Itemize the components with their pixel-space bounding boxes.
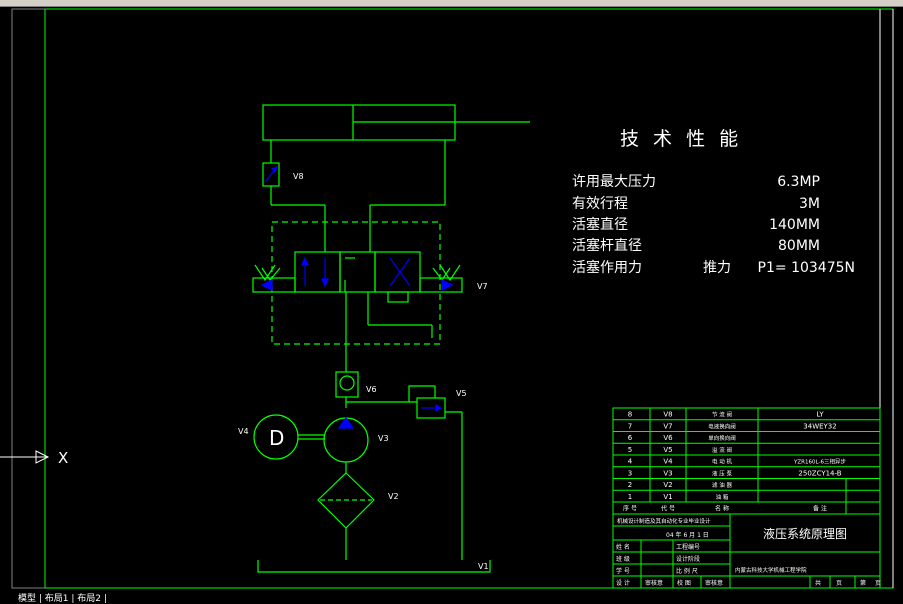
bom-cell-no: 8 <box>628 411 632 419</box>
title-block-role: 学 号 <box>616 567 630 575</box>
sheet-cell: 页 <box>875 580 881 587</box>
title-block-sign: 审核意 <box>705 579 723 587</box>
spec-value: 6.3MP <box>777 174 820 190</box>
bom-cell-spec: YZR160L-6三相异步 <box>793 458 846 466</box>
bom-cell-spec: LY <box>816 411 824 419</box>
spec-value: 80MM <box>778 238 820 254</box>
bom-cell-name: 溢 流 阀 <box>712 446 732 454</box>
school-name: 内蒙古科技大学机械工程学院 <box>735 566 807 574</box>
sheet-cell: 第 <box>860 579 866 587</box>
cad-drawing-canvas[interactable]: V8 V7 V6 V5 V4 V3 V2 V1 D 技 术 性 能 许用最大压力… <box>0 0 903 600</box>
tank-v1-symbol[interactable] <box>257 560 491 573</box>
spec-extra: 推力 <box>703 260 731 276</box>
bom-cell-no: 3 <box>628 469 632 477</box>
bom-cell-spec: 34WEY32 <box>803 422 836 430</box>
title-block-sign: 设 计 <box>616 579 630 587</box>
title-block <box>612 407 881 589</box>
title-block-sign: 校 图 <box>677 579 691 587</box>
title-block-role: 姓 名 <box>616 543 630 551</box>
title-block-field: 设计阶段 <box>676 555 700 563</box>
spec-label: 许用最大压力 <box>572 174 656 190</box>
spec-title: 技 术 性 能 <box>620 128 742 150</box>
title-block-field: 比 例 尺 <box>676 567 698 575</box>
sheet-cell: 页 <box>836 580 842 587</box>
filter-v2-symbol[interactable] <box>317 472 375 529</box>
ucs-axis-label: X <box>58 449 68 467</box>
title-block-field: 工程编号 <box>676 543 700 551</box>
label-v6: V6 <box>366 385 377 394</box>
bom-cell-code: V4 <box>663 458 673 466</box>
course-title: 机械设计制造及其自动化专业毕业设计 <box>617 517 711 525</box>
label-v4: V4 <box>238 427 249 436</box>
sheet-cell: 共 <box>815 579 821 587</box>
label-v7: V7 <box>477 282 488 291</box>
title-block-text: 8 V8 节 流 阀 LY 7 V7 电液换向阀 34WEY32 6 V6 单向换向阀 5 V5 溢 流 … <box>616 411 881 588</box>
label-v1: V1 <box>478 562 489 571</box>
bom-cell-name: 油 箱 <box>716 493 729 501</box>
title-block-role: 班 级 <box>616 555 630 563</box>
drawing-frame <box>11 8 894 589</box>
check-valve-v6-symbol[interactable] <box>335 371 359 398</box>
bom-cell-name: 滤 油 器 <box>712 481 732 489</box>
spec-value: 140MM <box>769 217 820 233</box>
spec-label: 活塞直径 <box>572 216 628 233</box>
hydraulic-pipes <box>270 140 463 560</box>
bom-cell-name: 电液换向阀 <box>708 422 736 430</box>
bom-cell-name: 电 动 机 <box>712 458 732 466</box>
bom-cell-no: 6 <box>628 434 633 442</box>
bom-cell-code: V8 <box>663 411 672 419</box>
bom-header-cell: 代 号 <box>661 505 675 513</box>
layout-tabs[interactable]: 模型 | 布局1 | 布局2 | <box>18 591 107 604</box>
ucs-icon: X <box>0 449 68 467</box>
bom-header-cell: 序 号 <box>623 505 637 513</box>
throttle-valve-v8-symbol[interactable] <box>262 162 280 187</box>
spec-value: 3M <box>799 196 820 212</box>
technical-specs: 技 术 性 能 许用最大压力 6.3MP 有效行程 3M 活塞直径 140MM … <box>572 128 855 276</box>
spec-label: 有效行程 <box>572 196 628 212</box>
bom-cell-name: 节 流 阀 <box>712 411 732 419</box>
drawing-date: 04 年 6 月 1 日 <box>666 531 709 539</box>
bom-cell-code: V2 <box>663 481 672 489</box>
directional-valve-v7-symbol[interactable] <box>252 221 463 345</box>
bom-cell-code: V3 <box>663 469 672 477</box>
bom-cell-no: 2 <box>628 481 632 489</box>
bom-cell-code: V1 <box>663 493 672 501</box>
bom-cell-no: 7 <box>628 422 632 430</box>
bom-cell-no: 5 <box>628 446 632 454</box>
bom-cell-no: 1 <box>628 493 632 501</box>
label-v8: V8 <box>293 172 304 181</box>
label-v2: V2 <box>388 492 399 501</box>
pump-v3-symbol[interactable] <box>323 416 369 463</box>
layout-tabs-strip[interactable]: 模型 | 布局1 | 布局2 | <box>0 592 903 604</box>
label-v3: V3 <box>378 434 389 443</box>
motor-letter: D <box>269 426 284 450</box>
bom-cell-name: 单向换向阀 <box>708 434 736 442</box>
spec-label: 活塞杆直径 <box>572 237 642 254</box>
bom-header-cell: 名 称 <box>715 505 729 513</box>
spec-value: P1= 103475N <box>758 260 855 276</box>
bom-cell-spec: 250ZCY14-B <box>798 469 841 477</box>
bom-cell-code: V6 <box>663 434 673 442</box>
bom-cell-no: 4 <box>628 458 633 466</box>
bom-header-cell: 备 注 <box>813 505 827 513</box>
hydraulic-cylinder[interactable] <box>262 104 530 141</box>
title-block-sign: 审核意 <box>645 579 663 587</box>
bom-cell-name: 液 压 泵 <box>712 469 732 477</box>
label-v5: V5 <box>456 389 467 398</box>
bom-cell-code: V5 <box>663 446 672 454</box>
spec-label: 活塞作用力 <box>572 259 642 276</box>
bom-cell-code: V7 <box>663 422 672 430</box>
drawing-title: 液压系统原理图 <box>763 526 847 541</box>
